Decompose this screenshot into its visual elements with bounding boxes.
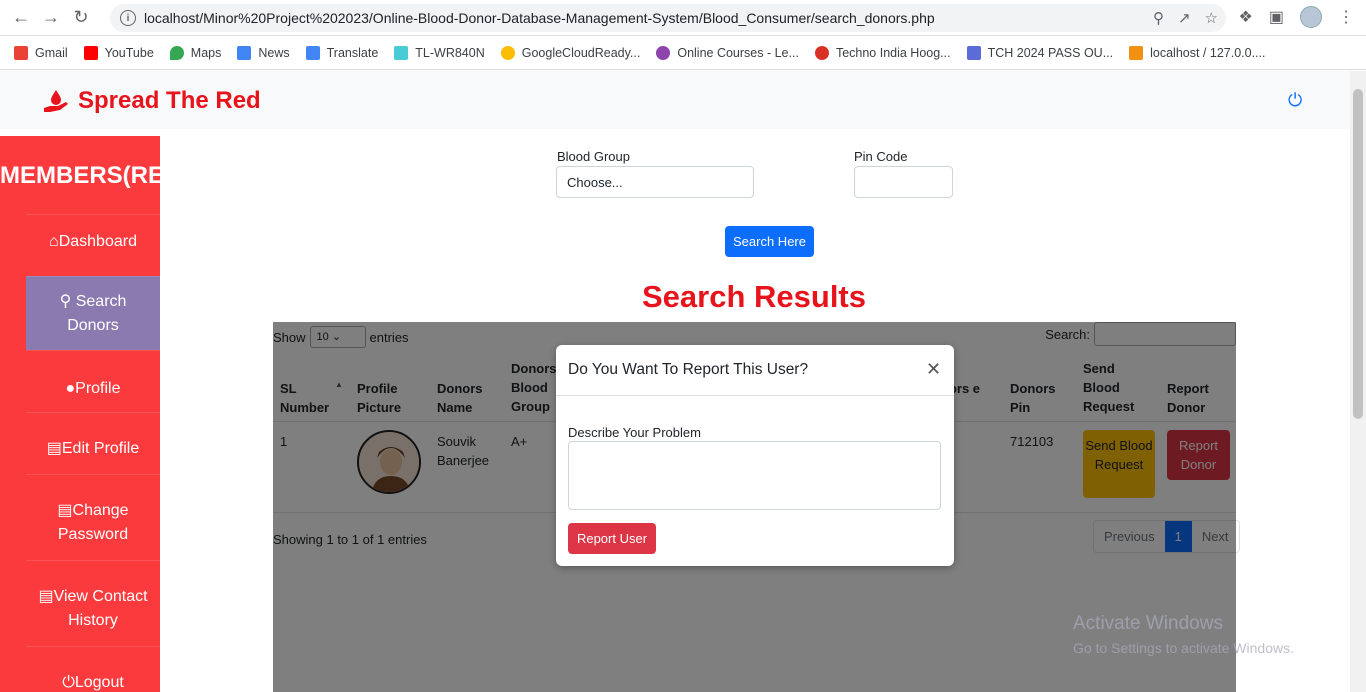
maps-icon (169, 45, 184, 60)
bookmark-tch[interactable]: TCH 2024 PASS OU... (966, 45, 1113, 60)
sidebar-item-edit-profile[interactable]: ▤Edit Profile (26, 412, 160, 474)
bookmark-news[interactable]: News (237, 45, 290, 60)
star-icon[interactable]: ☆ (1205, 9, 1218, 27)
share-icon[interactable]: ↗ (1178, 9, 1191, 27)
scrollbar-thumb[interactable] (1353, 89, 1363, 419)
sidebar-item-change-password[interactable]: ▤Change Password (26, 474, 160, 560)
home-icon: ⌂ (49, 233, 59, 250)
google-icon (500, 45, 515, 60)
page-scrollbar[interactable] (1350, 71, 1366, 692)
sidebar-item-profile[interactable]: ●Profile (26, 350, 160, 412)
report-user-modal: Do You Want To Report This User? ✕ Descr… (556, 345, 954, 566)
top-navbar: Spread The Red ⏻ (0, 71, 1350, 129)
modal-title: Do You Want To Report This User? (568, 361, 809, 378)
bookmark-gmail[interactable]: Gmail (14, 45, 68, 60)
document-icon: ▤ (57, 502, 73, 519)
modal-header: Do You Want To Report This User? ✕ (556, 345, 954, 396)
blood-group-select[interactable]: Choose... (556, 166, 754, 198)
sidebar: MEMBERS(RE ⌂Dashboard ⚲ Search Donors ●P… (0, 136, 160, 692)
address-bar[interactable]: i localhost/Minor%20Project%202023/Onlin… (110, 4, 1226, 32)
report-user-button[interactable]: Report User (568, 523, 656, 554)
pin-code-input[interactable] (854, 166, 953, 198)
bookmarks-bar: Gmail YouTube Maps News Translate TL-WR8… (0, 36, 1366, 70)
document-icon: ▤ (38, 588, 54, 605)
sidebar-header: MEMBERS(RE (0, 162, 160, 189)
profile-avatar[interactable] (1300, 6, 1322, 28)
phpmyadmin-icon (1129, 45, 1144, 60)
info-icon[interactable]: i (120, 10, 136, 26)
bookmark-tplink[interactable]: TL-WR840N (394, 45, 485, 60)
close-icon[interactable]: ✕ (926, 359, 941, 380)
bookmark-maps[interactable]: Maps (169, 45, 221, 60)
page-content: Spread The Red ⏻ MEMBERS(RE ⌂Dashboard ⚲… (0, 71, 1350, 692)
blood-group-label: Blood Group (557, 149, 630, 164)
blood-hand-icon (44, 90, 68, 112)
brand-logo[interactable]: Spread The Red (42, 87, 261, 115)
gmail-icon (14, 45, 28, 60)
translate-icon (305, 45, 320, 60)
courses-icon (656, 45, 671, 60)
side-panel-icon[interactable]: ▣ (1269, 7, 1284, 27)
zoom-icon[interactable]: ⚲ (1153, 9, 1164, 27)
menu-icon[interactable]: ⋮ (1338, 7, 1354, 27)
bookmark-youtube[interactable]: YouTube (83, 45, 154, 60)
windows-watermark-text: Go to Settings to activate Windows. (1073, 640, 1294, 656)
user-icon: ● (65, 380, 76, 397)
search-button[interactable]: Search Here (725, 226, 814, 257)
techno-icon (814, 45, 829, 60)
power-icon[interactable]: ⏻ (1288, 90, 1302, 111)
bookmark-googlecloud[interactable]: GoogleCloudReady... (500, 45, 640, 60)
browser-toolbar: ← → ↻ i localhost/Minor%20Project%202023… (0, 0, 1366, 36)
reload-icon[interactable]: ↻ (66, 3, 96, 33)
sidebar-item-view-contact-history[interactable]: ▤View Contact History (26, 560, 160, 646)
youtube-icon (83, 45, 98, 60)
sidebar-item-dashboard[interactable]: ⌂Dashboard (26, 214, 160, 276)
bookmark-localhost[interactable]: localhost / 127.0.0.... (1129, 45, 1265, 60)
sidebar-item-logout[interactable]: ⏻Logout (26, 646, 160, 692)
problem-textarea[interactable] (568, 441, 941, 510)
extensions-icon[interactable]: ❖ (1239, 7, 1253, 27)
back-icon[interactable]: ← (6, 3, 36, 33)
power-off-icon: ⏻ (62, 674, 75, 691)
url-text: localhost/Minor%20Project%202023/Online-… (144, 10, 935, 26)
pin-code-label: Pin Code (854, 149, 908, 164)
forward-icon[interactable]: → (36, 3, 66, 33)
group-icon (966, 45, 981, 60)
bookmark-translate[interactable]: Translate (305, 45, 378, 60)
bookmark-online-courses[interactable]: Online Courses - Le... (656, 45, 799, 60)
windows-watermark-title: Activate Windows (1073, 613, 1223, 634)
tplink-icon (394, 45, 409, 60)
results-title: Search Results (642, 279, 866, 314)
brand-name: Spread The Red (78, 87, 261, 114)
news-icon (237, 45, 252, 60)
problem-label: Describe Your Problem (568, 425, 701, 440)
bookmark-techno-india[interactable]: Techno India Hoog... (814, 45, 951, 60)
id-card-icon: ▤ (46, 440, 62, 457)
